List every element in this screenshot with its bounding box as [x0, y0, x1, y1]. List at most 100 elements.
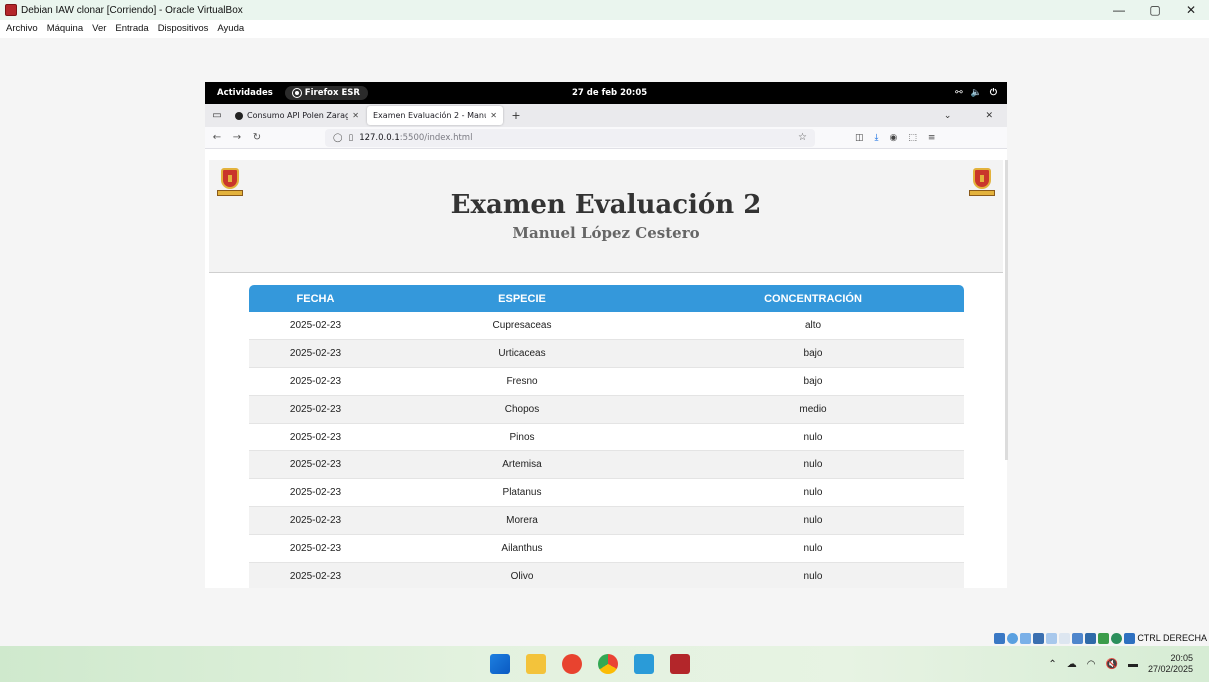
cell-fecha: 2025-02-23: [249, 312, 382, 341]
maximize-button[interactable]: ▢: [1137, 0, 1173, 20]
cell-fecha: 2025-02-23: [249, 367, 382, 396]
window-title: Debian IAW clonar [Corriendo] - Oracle V…: [21, 4, 243, 16]
cell-fecha: 2025-02-23: [249, 450, 382, 480]
new-tab-button[interactable]: +: [505, 109, 527, 122]
virtualbox-menubar: Archivo Máquina Ver Entrada Dispositivos…: [0, 20, 1209, 36]
close-icon[interactable]: ✕: [352, 111, 359, 120]
header-fecha: FECHA: [249, 285, 382, 312]
menu-maquina[interactable]: Máquina: [47, 23, 83, 34]
url-host: 127.0.0.1: [359, 132, 400, 143]
cell-concentracion: bajo: [662, 339, 964, 369]
taskbar-apps: [490, 654, 690, 674]
cell-especie: Cupresaceas: [382, 312, 662, 341]
power-icon: ⏻: [989, 88, 997, 98]
virtualbox-titlebar: Debian IAW clonar [Corriendo] - Oracle V…: [0, 0, 1209, 20]
virtualbox-icon: [5, 4, 17, 16]
table-row: 2025-02-23 Cupresaceas alto: [249, 312, 964, 341]
tab-list-icon[interactable]: ▭: [205, 110, 229, 121]
cell-concentracion: alto: [662, 312, 964, 341]
windows-system-tray: ⌃ ☁ ◠ 🔇 ▬ 20:05 27/02/2025: [1048, 653, 1193, 675]
account-icon[interactable]: ◉: [890, 133, 898, 143]
minimize-button[interactable]: —: [1101, 0, 1137, 20]
table-row: 2025-02-23 Chopos medio: [249, 395, 964, 424]
app-menu[interactable]: Firefox ESR: [284, 86, 368, 100]
host-key-label: CTRL DERECHA: [1137, 633, 1207, 643]
bookmark-star-icon[interactable]: ☆: [798, 132, 807, 143]
cell-concentracion: bajo: [662, 367, 964, 396]
harddisk-icon[interactable]: [994, 632, 1006, 644]
vscode-icon[interactable]: [634, 654, 654, 674]
cell-fecha: 2025-02-23: [249, 534, 382, 563]
cloud-off-icon[interactable]: ☁: [1067, 659, 1077, 670]
menu-ver[interactable]: Ver: [92, 23, 106, 34]
url-path: :5500/index.html: [399, 132, 473, 143]
audio-icon[interactable]: [1020, 632, 1032, 644]
gnome-top-bar: Actividades Firefox ESR 27 de feb 20:05 …: [205, 82, 1007, 104]
window-close-icon[interactable]: ✕: [985, 111, 993, 121]
table-row: 2025-02-23 Fresno bajo: [249, 367, 964, 396]
cell-concentracion: nulo: [662, 534, 964, 563]
back-arrow-icon[interactable]: ←: [209, 132, 225, 143]
tab-examen[interactable]: Examen Evaluación 2 - Manuel López Ceste…: [367, 106, 503, 125]
taskbar-clock[interactable]: 20:05 27/02/2025: [1148, 653, 1193, 675]
table-row: 2025-02-23 Ailanthus nulo: [249, 534, 964, 563]
menu-dispositivos[interactable]: Dispositivos: [158, 23, 209, 34]
menu-entrada[interactable]: Entrada: [115, 23, 148, 34]
forward-arrow-icon[interactable]: →: [229, 132, 245, 143]
close-icon[interactable]: ✕: [490, 111, 497, 120]
mouse-integration-icon[interactable]: [1111, 632, 1123, 644]
web-page: Examen Evaluación 2 Manuel López Cestero…: [209, 160, 1003, 588]
network-icon: ⚯: [955, 88, 963, 98]
opera-icon[interactable]: [562, 654, 582, 674]
usb-icon[interactable]: [1046, 632, 1058, 644]
optical-drive-icon[interactable]: [1007, 632, 1019, 644]
network-adapter-icon[interactable]: [1033, 632, 1045, 644]
cpu-icon[interactable]: [1098, 632, 1110, 644]
guest-scrollbar[interactable]: [1005, 160, 1008, 460]
display-icon[interactable]: [1072, 632, 1084, 644]
file-explorer-icon[interactable]: [526, 654, 546, 674]
shield-icon: ◯: [333, 132, 343, 143]
taskbar-date: 27/02/2025: [1147, 664, 1193, 674]
wifi-icon[interactable]: ◠: [1087, 659, 1096, 670]
chrome-icon[interactable]: [598, 654, 618, 674]
recording-icon[interactable]: [1085, 632, 1097, 644]
virtualbox-status-bar: CTRL DERECHA: [994, 630, 1209, 646]
battery-icon[interactable]: ▬: [1128, 659, 1138, 670]
download-icon[interactable]: ⤓: [875, 133, 879, 143]
cell-fecha: 2025-02-23: [249, 562, 382, 588]
cell-especie: Fresno: [382, 367, 662, 396]
zaragoza-crest-logo: [969, 168, 995, 198]
shared-folder-icon[interactable]: [1059, 632, 1071, 644]
header-concentracion: CONCENTRACIÓN: [662, 285, 964, 312]
reload-icon[interactable]: ↻: [249, 132, 265, 143]
chevron-up-icon[interactable]: ⌃: [1048, 659, 1056, 670]
tab-polen-api[interactable]: Consumo API Polen Zaragoza ✕: [229, 106, 365, 125]
host-key-icon[interactable]: [1124, 632, 1136, 644]
menu-ayuda[interactable]: Ayuda: [217, 23, 244, 34]
guest-screen: Actividades Firefox ESR 27 de feb 20:05 …: [205, 82, 1007, 588]
table-row: 2025-02-23 Pinos nulo: [249, 423, 964, 452]
hamburger-menu-icon[interactable]: ≡: [928, 133, 936, 143]
pocket-icon[interactable]: ◫: [855, 133, 864, 143]
table-row: 2025-02-23 Artemisa nulo: [249, 450, 964, 480]
gnome-system-tray[interactable]: ⚯ 🔈 ⏻: [955, 88, 997, 98]
extensions-icon[interactable]: ⬚: [908, 133, 917, 143]
pollen-table-container: FECHA ESPECIE CONCENTRACIÓN 2025-02-23 Cu…: [249, 285, 964, 588]
page-title: Examen Evaluación 2: [450, 190, 762, 220]
cell-especie: Morera: [382, 506, 662, 535]
windows-start-icon[interactable]: [490, 654, 510, 674]
chevron-down-icon[interactable]: ⌄: [944, 111, 952, 121]
app-menu-label: Firefox ESR: [304, 88, 360, 98]
close-button[interactable]: ✕: [1173, 0, 1209, 20]
volume-muted-icon[interactable]: 🔇: [1106, 659, 1118, 670]
url-bar[interactable]: ◯ ▯ 127.0.0.1 :5500/index.html ☆: [325, 128, 815, 147]
menu-archivo[interactable]: Archivo: [6, 23, 38, 34]
virtualbox-taskbar-icon[interactable]: [670, 654, 690, 674]
page-icon: ▯: [348, 132, 354, 143]
gnome-clock[interactable]: 27 de feb 20:05: [572, 88, 647, 98]
table-row: 2025-02-23 Olivo nulo: [249, 562, 964, 588]
cell-concentracion: nulo: [662, 423, 964, 452]
activities-button[interactable]: Actividades: [217, 88, 273, 98]
cell-concentracion: nulo: [662, 450, 964, 480]
